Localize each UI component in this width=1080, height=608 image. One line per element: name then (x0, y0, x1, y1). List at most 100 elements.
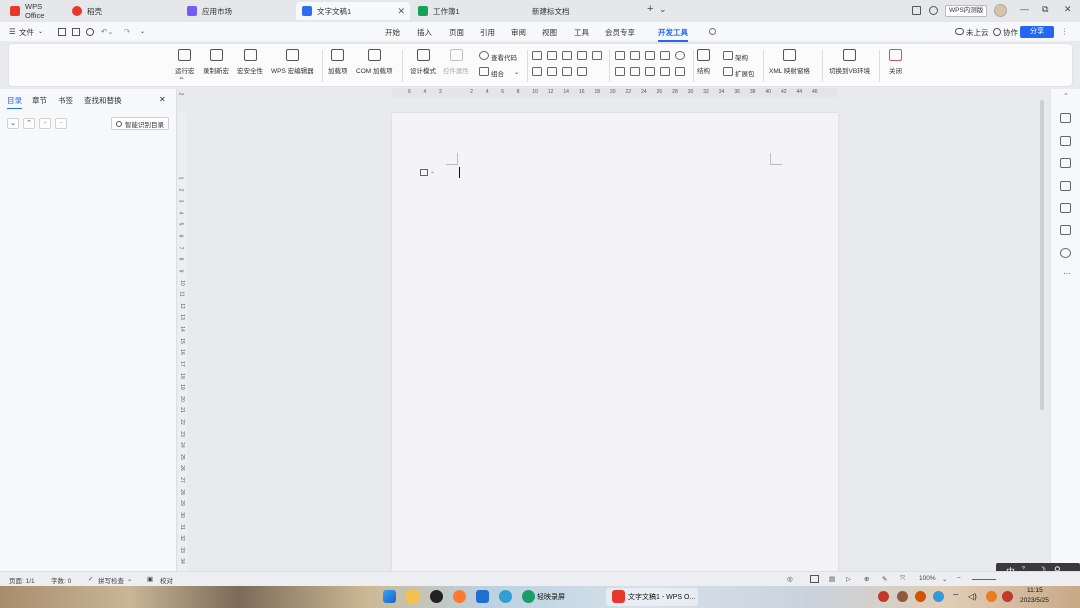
record-macro-button[interactable]: 录制新宏 (203, 49, 229, 75)
chevron-down-icon[interactable]: ⌄ (430, 168, 435, 175)
menu-item-review[interactable]: 审阅 (511, 27, 526, 38)
menu-item-insert[interactable]: 插入 (417, 27, 432, 38)
share-button[interactable]: 分享 (1020, 26, 1054, 38)
menu-item-start[interactable]: 开始 (385, 27, 400, 38)
more-icon[interactable]: ⋯ (1063, 269, 1071, 278)
date-control-icon[interactable] (547, 67, 557, 76)
tab-writer-doc[interactable]: 文字文稿1 ✕ (296, 2, 410, 20)
view-code-button[interactable]: 查看代码 (491, 52, 517, 62)
check-control-icon[interactable] (630, 51, 640, 60)
tray-app-icon[interactable] (878, 591, 889, 602)
tab-wps-office[interactable]: WPS Office (4, 2, 64, 20)
taskbar-app-recorder[interactable]: 轻映录屏 (537, 592, 565, 602)
image-control-icon[interactable] (562, 51, 572, 60)
eye-protect-icon[interactable]: ◎ (787, 575, 793, 583)
chevron-down-icon[interactable]: ⌄ (140, 28, 145, 35)
tab-chapter[interactable]: 章节 (32, 95, 47, 106)
zoom-slider[interactable] (972, 579, 996, 580)
combo-control-icon[interactable] (532, 67, 542, 76)
addins-button[interactable]: 加载项 (328, 49, 348, 75)
close-ribbon-button[interactable]: 关闭 (889, 49, 902, 75)
frame-control-icon[interactable] (660, 51, 670, 60)
tab-app-market[interactable]: 应用市场 (181, 2, 294, 20)
tray-app-icon[interactable] (933, 591, 944, 602)
macro-security-button[interactable]: 宏安全性 (237, 49, 263, 75)
menu-item-tools[interactable]: 工具 (574, 27, 589, 38)
chevron-down-icon[interactable]: ⌄ (514, 68, 519, 76)
tray-app-icon[interactable] (915, 591, 926, 602)
tab-find-replace[interactable]: 查找和替换 (84, 95, 122, 106)
design-mode-button[interactable]: 设计模式 (410, 49, 436, 75)
adjust-icon[interactable] (1060, 158, 1071, 168)
radio-control-icon[interactable] (675, 51, 685, 60)
help-icon[interactable] (1060, 248, 1071, 258)
beta-badge[interactable]: WPS内测版 (945, 5, 988, 17)
schema-button[interactable]: 架构 (735, 52, 748, 62)
pen-mode-icon[interactable]: ✎ (882, 575, 887, 583)
print-preview-icon[interactable] (86, 28, 94, 36)
close-icon[interactable]: ✕ (397, 6, 405, 17)
expansion-pack-button[interactable]: 扩展包 (735, 68, 755, 78)
menu-item-view[interactable]: 视图 (542, 27, 557, 38)
document-page[interactable]: ⌄ (392, 113, 838, 571)
image-edit-icon[interactable] (1060, 181, 1071, 191)
listbox-control-icon[interactable] (615, 67, 625, 76)
chevron-down-icon[interactable]: ⌄ (38, 28, 43, 35)
xbox-icon[interactable] (430, 590, 443, 603)
menu-item-developer[interactable]: 开发工具 (658, 27, 688, 42)
collapse-down-icon[interactable]: ⌄ (7, 118, 19, 129)
store-icon[interactable] (476, 590, 489, 603)
play-icon[interactable]: ▷ (846, 575, 851, 583)
crop-icon[interactable] (1060, 225, 1071, 235)
file-menu[interactable]: 文件 (19, 27, 34, 38)
remove-level-icon[interactable]: − (55, 118, 67, 129)
chevron-up-icon[interactable]: ⌃ (1063, 92, 1069, 100)
tab-bookmark[interactable]: 书签 (58, 95, 73, 106)
control-properties-button[interactable]: 控件属性 (443, 49, 469, 75)
collapse-up-icon[interactable]: ⌃ (23, 118, 35, 129)
checkbox-control-icon[interactable] (532, 51, 542, 60)
horizontal-ruler[interactable]: 6 4 2 2 4 6 8 10 12 14 16 18 20 22 24 26 28 30 32 34 36 38 40 4… (392, 88, 838, 97)
chevron-down-icon[interactable]: ⌄ (127, 575, 132, 583)
cloud-status[interactable]: 未上云 (966, 27, 989, 38)
option-control-icon[interactable] (645, 51, 655, 60)
structure-button[interactable]: 结构 (697, 49, 710, 75)
paragraph-handle-icon[interactable] (420, 169, 428, 176)
dropdown-control-icon[interactable] (592, 51, 602, 60)
taskbar-app-wps[interactable]: 文字文稿1 - WPS O... (628, 592, 695, 602)
recorder-app-icon[interactable] (522, 590, 535, 603)
collab-button[interactable]: 协作 (1003, 27, 1018, 38)
skin-icon[interactable] (929, 6, 938, 15)
zoom-level[interactable]: 100% (919, 575, 936, 582)
wifi-icon[interactable]: ⌔ (952, 592, 960, 602)
close-window-button[interactable]: ✕ (1064, 4, 1072, 15)
scrollbar-control-icon[interactable] (660, 67, 670, 76)
page-count[interactable]: 页面: 1/1 (9, 575, 35, 585)
com-addins-button[interactable]: COM 加载项 (356, 49, 392, 75)
zoom-out-button[interactable]: − (957, 575, 961, 582)
vertical-scrollbar[interactable] (1040, 100, 1044, 410)
spellcheck-button[interactable]: 拼写检查 (98, 575, 124, 585)
repeat-control-icon[interactable] (562, 67, 572, 76)
avatar[interactable] (994, 4, 1007, 17)
edge-icon[interactable] (499, 590, 512, 603)
page-view-icon[interactable] (810, 575, 819, 583)
image-box-icon[interactable] (645, 67, 655, 76)
layout-icon[interactable] (912, 6, 921, 15)
menu-item-page[interactable]: 页面 (449, 27, 464, 38)
chevron-down-icon[interactable]: ⌄ (659, 4, 667, 15)
smart-toc-button[interactable]: 智能识别目录 (111, 117, 169, 130)
save-icon[interactable] (58, 28, 66, 36)
firefox-icon[interactable] (453, 590, 466, 603)
tray-app-icon[interactable] (986, 591, 997, 602)
tab-docer[interactable]: 稻壳 (66, 2, 178, 20)
hamburger-icon[interactable]: ☰ (9, 27, 16, 36)
toggle-control-icon[interactable] (675, 67, 685, 76)
web-view-icon[interactable]: ⊕ (864, 575, 869, 583)
tab-spreadsheet[interactable]: 工作簿1 (412, 2, 524, 20)
menu-item-reference[interactable]: 引用 (480, 27, 495, 38)
search-icon[interactable] (709, 28, 716, 35)
new-tab-button[interactable]: + (647, 3, 653, 15)
add-level-icon[interactable]: + (39, 118, 51, 129)
xml-mapping-pane-button[interactable]: XML 映射窗格 (769, 49, 810, 75)
